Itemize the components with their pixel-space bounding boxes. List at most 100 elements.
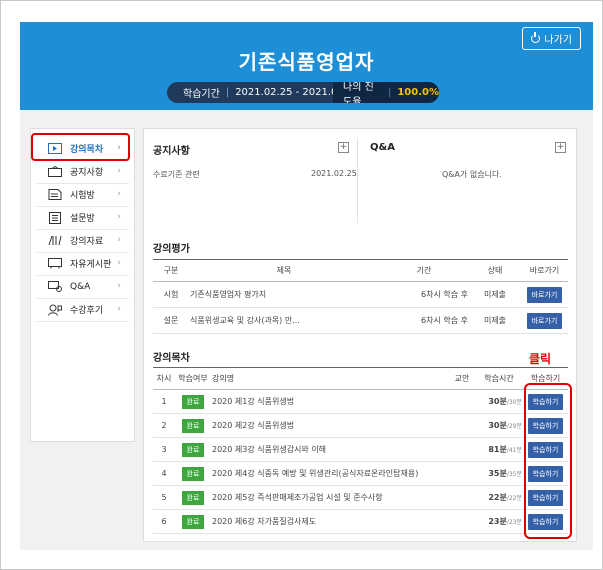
sidebar-item-label: 공지사항 bbox=[70, 168, 104, 178]
table-row: 5 완료 2020 제5강 즉석판매제조가공업 시설 및 준수사항 22분/22… bbox=[153, 485, 568, 510]
chevron-right-icon: › bbox=[117, 258, 121, 268]
complete-badge: 완료 bbox=[181, 466, 205, 481]
cell-time: 22분 bbox=[488, 493, 507, 502]
sidebar-item-label: 강의자료 bbox=[70, 237, 104, 247]
course-title: 기존식품영업자 bbox=[238, 50, 375, 74]
chevron-right-icon: › bbox=[117, 235, 121, 245]
power-icon bbox=[531, 32, 541, 43]
cell-total-time: /23분 bbox=[506, 519, 522, 526]
notice-title: 공지사항 bbox=[153, 146, 190, 157]
click-annotation: 클릭 bbox=[529, 352, 552, 366]
column-header: 강의명 bbox=[211, 367, 449, 390]
cell-title: 기존식품영업자 평가지 bbox=[189, 281, 379, 308]
cell-status: 미제출 bbox=[469, 281, 521, 308]
column-header: 교안 bbox=[449, 367, 475, 390]
sidebar-item-qna[interactable]: Q&A › bbox=[37, 275, 129, 299]
cell-total-time: /22분 bbox=[506, 495, 522, 502]
cell-time: 23분 bbox=[488, 517, 507, 526]
complete-badge: 완료 bbox=[181, 490, 205, 505]
exit-button[interactable]: 나가기 bbox=[522, 27, 581, 50]
evaluation-title: 강의평가 bbox=[153, 244, 190, 255]
cell-handout bbox=[449, 437, 475, 462]
cell-no: 4 bbox=[153, 461, 175, 486]
cell-status: 미제출 bbox=[469, 307, 521, 334]
progress-box: 나의 진도율 | 100.0% bbox=[333, 82, 439, 103]
table-row: 3 완료 2020 제3강 식품위생감시와 이해 81분/41분 학습하기 bbox=[153, 437, 568, 462]
table-header-row: 차시 학습여부 강의명 교안 학습시간 학습하기 bbox=[153, 367, 568, 390]
column-header: 학습여부 bbox=[175, 367, 211, 390]
exit-label: 나가기 bbox=[544, 35, 572, 46]
cell-handout bbox=[449, 389, 475, 414]
cell-lecture-name: 2020 제4강 식중독 예방 및 위생관리(공식자료온라인탑재용) bbox=[211, 461, 449, 486]
sidebar-item-label: Q&A bbox=[70, 281, 91, 292]
survey-icon bbox=[47, 211, 63, 224]
sidebar-menu: 강의목차 › 공지사항 › 시험방 › 설문방 › 강의자료 › 자유게시판 › bbox=[30, 128, 135, 442]
complete-badge: 완료 bbox=[181, 418, 205, 433]
material-icon bbox=[47, 235, 63, 247]
sidebar-item-materials[interactable]: 강의자료 › bbox=[37, 229, 129, 253]
table-row: 시험 기존식품영업자 평가지 6차시 학습 후 미제출 바로가기 bbox=[153, 281, 568, 308]
cell-no: 1 bbox=[153, 389, 175, 414]
progress-label: 나의 진도율 bbox=[343, 82, 374, 103]
column-header: 제목 bbox=[189, 259, 379, 282]
cell-handout bbox=[449, 461, 475, 486]
sidebar-item-board[interactable]: 자유게시판 › bbox=[37, 252, 129, 276]
cell-total-time: /29분 bbox=[506, 423, 522, 430]
cell-lecture-name: 2020 제6강 자가품질검사제도 bbox=[211, 509, 449, 534]
study-period-bar: 학습기간 | 2021.02.25 - 2021.03.26 나의 진도율 | … bbox=[167, 82, 439, 103]
table-row: 2 완료 2020 제2강 식품위생법 30분/29분 학습하기 bbox=[153, 413, 568, 438]
complete-badge: 완료 bbox=[181, 442, 205, 457]
goto-button[interactable]: 바로가기 bbox=[526, 286, 563, 303]
sidebar-item-survey[interactable]: 설문방 › bbox=[37, 206, 129, 230]
chevron-right-icon: › bbox=[117, 304, 121, 314]
column-header: 기간 bbox=[379, 259, 469, 282]
cell-lecture-name: 2020 제1강 식품위생법 bbox=[211, 389, 449, 414]
evaluation-table: 구분 제목 기간 상태 바로가기 시험 기존식품영업자 평가지 6차시 학습 후… bbox=[153, 259, 568, 334]
cell-no: 2 bbox=[153, 413, 175, 438]
cell-lecture-name: 2020 제3강 식품위생감시와 이해 bbox=[211, 437, 449, 462]
highlight-box-lecture-menu bbox=[31, 133, 130, 161]
cell-lecture-name: 2020 제5강 즉석판매제조가공업 시설 및 준수사항 bbox=[211, 485, 449, 510]
plus-icon[interactable]: + bbox=[555, 142, 566, 153]
chevron-right-icon: › bbox=[117, 189, 121, 199]
cell-time: 35분 bbox=[488, 469, 507, 478]
progress-separator: | bbox=[387, 87, 392, 98]
cell-time: 30분 bbox=[488, 397, 507, 406]
exam-icon bbox=[47, 189, 63, 201]
highlight-box-study-buttons bbox=[524, 383, 572, 539]
qna-empty-message: Q&A가 없습니다. bbox=[442, 170, 502, 179]
column-header: 학습시간 bbox=[475, 367, 523, 390]
sidebar-item-notice[interactable]: 공지사항 › bbox=[37, 160, 129, 184]
cell-no: 5 bbox=[153, 485, 175, 510]
table-row: 6 완료 2020 제6강 자가품질검사제도 23분/23분 학습하기 bbox=[153, 509, 568, 534]
table-row: 1 완료 2020 제1강 식품위생법 30분/30분 학습하기 bbox=[153, 389, 568, 414]
qna-icon bbox=[47, 281, 63, 293]
sidebar-item-exam[interactable]: 시험방 › bbox=[37, 183, 129, 207]
lectures-table: 차시 학습여부 강의명 교안 학습시간 학습하기 1 완료 2020 제1강 식… bbox=[153, 367, 568, 534]
notice-row-title[interactable]: 수료기준 관련 bbox=[153, 169, 200, 180]
cell-handout bbox=[449, 509, 475, 534]
sidebar-item-label: 수강후기 bbox=[70, 306, 104, 316]
cell-title: 식품위생교육 및 강사(과목) 만... bbox=[189, 307, 379, 334]
notice-icon bbox=[47, 166, 63, 178]
chevron-right-icon: › bbox=[117, 212, 121, 222]
cell-time: 30분 bbox=[488, 421, 507, 430]
table-row: 설문 식품위생교육 및 강사(과목) 만... 6차시 학습 후 미제출 바로가… bbox=[153, 307, 568, 334]
chevron-right-icon: › bbox=[117, 166, 121, 176]
column-header: 차시 bbox=[153, 367, 175, 390]
cell-type: 설문 bbox=[153, 307, 189, 334]
notice-row-date: 2021.02.25 bbox=[311, 169, 357, 178]
column-header: 구분 bbox=[153, 259, 189, 282]
cell-total-time: /41분 bbox=[506, 447, 522, 454]
column-divider bbox=[357, 138, 358, 223]
review-icon bbox=[47, 304, 63, 316]
sidebar-item-review[interactable]: 수강후기 › bbox=[37, 298, 129, 322]
period-separator: | bbox=[225, 87, 230, 98]
goto-button[interactable]: 바로가기 bbox=[526, 312, 563, 329]
cell-total-time: /35분 bbox=[506, 471, 522, 478]
qna-title: Q&A bbox=[370, 142, 395, 153]
plus-icon[interactable]: + bbox=[338, 142, 349, 153]
complete-badge: 완료 bbox=[181, 514, 205, 529]
cell-time: 81분 bbox=[488, 445, 507, 454]
cell-total-time: /30분 bbox=[506, 399, 522, 406]
